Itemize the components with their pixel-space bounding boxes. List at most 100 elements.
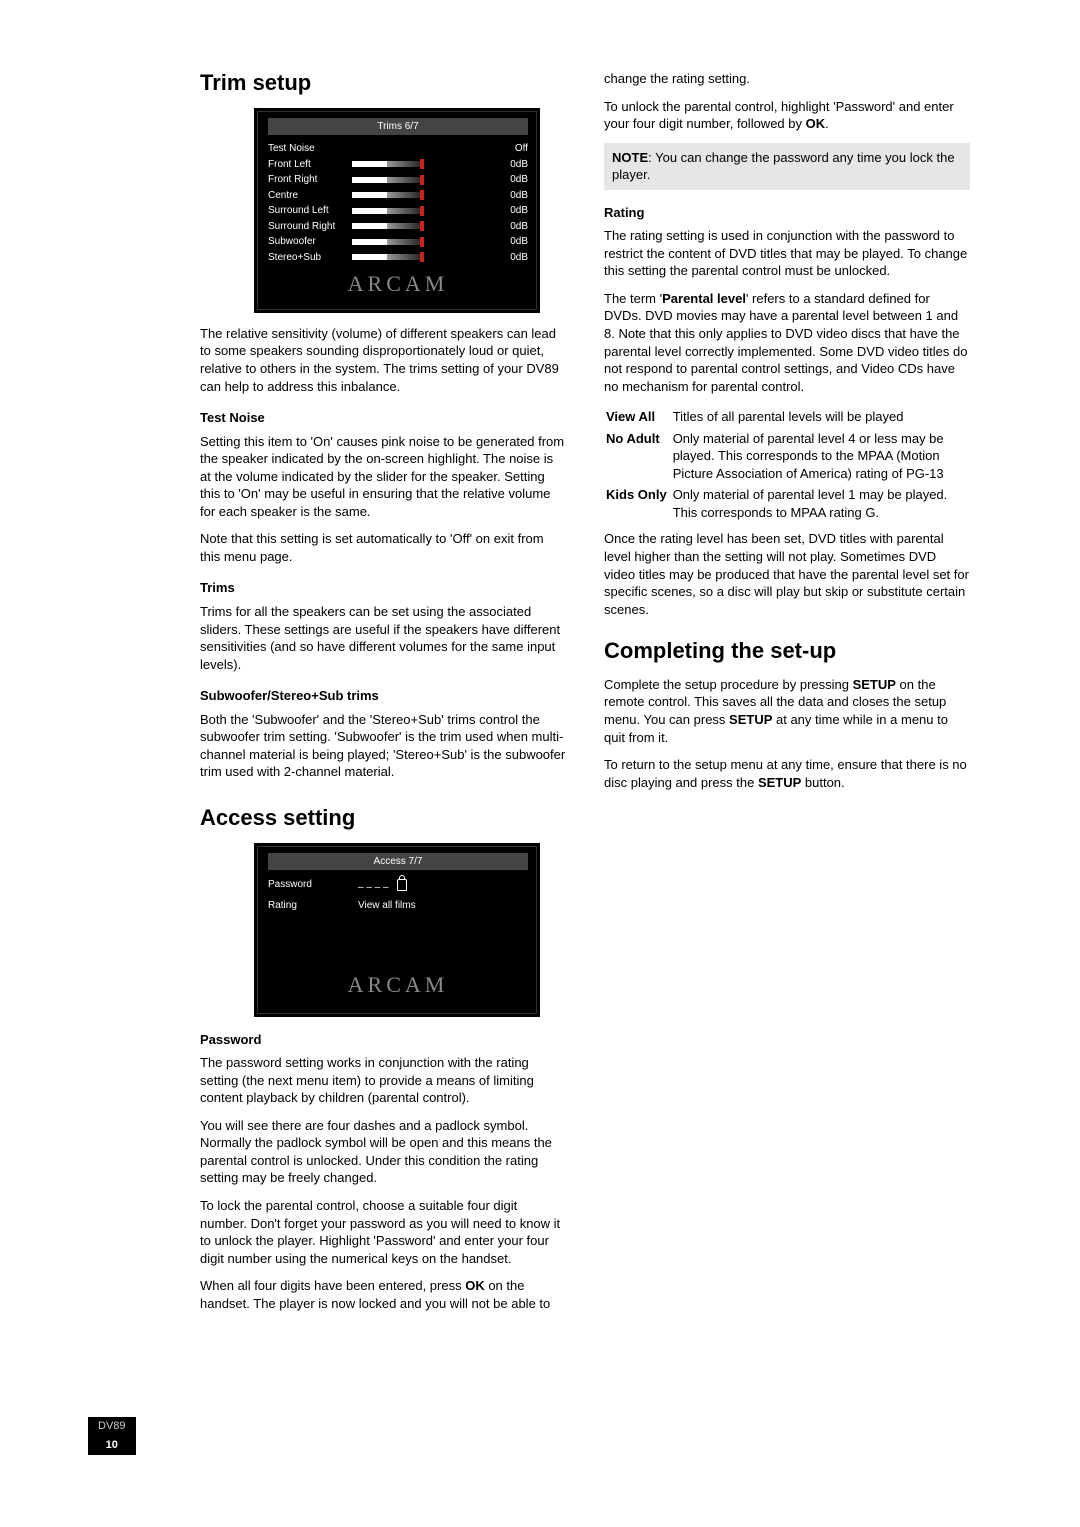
rating-p2-c: ' refers to a standard defined for DVDs.… [604, 291, 967, 394]
trim-row: Centre 0dB [268, 188, 528, 204]
rating-after: Once the rating level has been set, DVD … [604, 530, 970, 618]
trim-row-bar [352, 157, 482, 173]
trim-panel-wrap: Trims 6/7 Test NoiseOffFront Left0dBFron… [200, 108, 566, 313]
complete-p2-b: button. [801, 775, 844, 790]
rating-levels-table: View AllTitles of all parental levels wi… [604, 405, 970, 524]
trim-slider-marker [420, 252, 424, 262]
complete-p2: To return to the setup menu at any time,… [604, 756, 970, 791]
access-rating-row: Rating View all films [268, 897, 528, 915]
model-label: DV89 [88, 1417, 136, 1436]
trim-setup-heading: Trim setup [200, 68, 566, 98]
trim-row-name: Stereo+Sub [268, 250, 352, 266]
trim-slider-marker [420, 175, 424, 185]
rating-row: Kids OnlyOnly material of parental level… [606, 485, 968, 522]
trims-p: Trims for all the speakers can be set us… [200, 603, 566, 673]
note-body: : You can change the password any time y… [612, 150, 955, 183]
rating-row: No AdultOnly material of parental level … [606, 429, 968, 484]
access-setting-heading: Access setting [200, 803, 566, 833]
trim-row: Subwoofer 0dB [268, 234, 528, 250]
access-password-row: Password – – – – [268, 876, 528, 897]
left-column: Trim setup Trims 6/7 Test NoiseOffFront … [200, 68, 566, 1322]
rating-row-name: Kids Only [606, 485, 671, 522]
cont2-b: . [825, 116, 829, 131]
password-p2: You will see there are four dashes and a… [200, 1117, 566, 1187]
trim-row: Test Noise Off [268, 141, 528, 157]
trim-row-value: 0dB [482, 234, 528, 250]
rating-row-desc: Only material of parental level 1 may be… [673, 485, 968, 522]
trim-row: Surround Left 0dB [268, 203, 528, 219]
trim-table: Test NoiseOffFront Left0dBFront Right0dB… [268, 141, 528, 265]
trim-row-name: Front Right [268, 172, 352, 188]
trim-slider [352, 239, 422, 245]
trim-row-bar [352, 219, 482, 235]
trim-row-name: Surround Right [268, 219, 352, 235]
cont2-a: To unlock the parental control, highligh… [604, 99, 954, 132]
trim-slider-marker [420, 159, 424, 169]
padlock-icon [397, 879, 407, 891]
page-footer-tag: DV89 10 [88, 1417, 136, 1455]
test-noise-p1: Setting this item to 'On' causes pink no… [200, 433, 566, 521]
trim-slider-marker [420, 206, 424, 216]
page-number: 10 [88, 1436, 136, 1455]
trim-intro-text: The relative sensitivity (volume) of dif… [200, 325, 566, 395]
access-password-label: Password [268, 878, 358, 895]
subwoofer-heading: Subwoofer/Stereo+Sub trims [200, 687, 566, 705]
subwoofer-p: Both the 'Subwoofer' and the 'Stereo+Sub… [200, 711, 566, 781]
trim-slider [352, 161, 422, 167]
trim-row-name: Front Left [268, 157, 352, 173]
trim-row: Front Left0dB [268, 157, 528, 173]
trim-row-value: 0dB [482, 188, 528, 204]
rating-p1: The rating setting is used in conjunctio… [604, 227, 970, 280]
trim-slider [352, 192, 422, 198]
trim-row-value: Off [482, 141, 528, 157]
trim-slider [352, 254, 422, 260]
rating-row-name: View All [606, 407, 671, 427]
trim-slider [352, 223, 422, 229]
trim-row-bar [352, 141, 482, 157]
rating-p2: The term 'Parental level' refers to a st… [604, 290, 970, 395]
trim-row-name: Subwoofer [268, 234, 352, 250]
ok-key: OK [806, 116, 826, 131]
setup-key: SETUP [853, 677, 896, 692]
cont2: To unlock the parental control, highligh… [604, 98, 970, 133]
access-rating-value: View all films [358, 899, 528, 913]
trim-row-bar [352, 203, 482, 219]
password-p4: When all four digits have been entered, … [200, 1277, 566, 1312]
trim-slider-marker [420, 190, 424, 200]
trim-slider-marker [420, 221, 424, 231]
trim-row-value: 0dB [482, 172, 528, 188]
rating-heading: Rating [604, 204, 970, 222]
right-column: change the rating setting. To unlock the… [604, 68, 970, 1322]
trim-row-name: Test Noise [268, 141, 352, 157]
rating-row: View AllTitles of all parental levels wi… [606, 407, 968, 427]
trim-slider-marker [420, 237, 424, 247]
access-panel-title: Access 7/7 [268, 853, 528, 871]
arcam-logo: ARCAM [268, 970, 528, 1000]
trim-slider [352, 208, 422, 214]
rating-row-desc: Titles of all parental levels will be pl… [673, 407, 968, 427]
password-p3: To lock the parental control, choose a s… [200, 1197, 566, 1267]
password-heading: Password [200, 1031, 566, 1049]
trim-row-bar [352, 188, 482, 204]
trim-panel: Trims 6/7 Test NoiseOffFront Left0dBFron… [254, 108, 540, 313]
trim-slider [352, 177, 422, 183]
access-panel-wrap: Access 7/7 Password – – – – Rating View … [200, 843, 566, 1017]
complete-p1: Complete the setup procedure by pressing… [604, 676, 970, 746]
trim-row-value: 0dB [482, 203, 528, 219]
trim-row: Stereo+Sub0dB [268, 250, 528, 266]
password-p4-a: When all four digits have been entered, … [200, 1278, 465, 1293]
trim-row-bar [352, 172, 482, 188]
password-p1: The password setting works in conjunctio… [200, 1054, 566, 1107]
trims-heading: Trims [200, 579, 566, 597]
access-password-value: – – – – [358, 878, 528, 895]
document-page: Trim setup Trims 6/7 Test NoiseOffFront … [0, 0, 1080, 1527]
trim-row-name: Centre [268, 188, 352, 204]
trim-row: Front Right 0dB [268, 172, 528, 188]
note-box: NOTE: You can change the password any ti… [604, 143, 970, 190]
password-dashes: – – – – [358, 882, 389, 893]
trim-row-bar [352, 234, 482, 250]
rating-row-desc: Only material of parental level 4 or les… [673, 429, 968, 484]
note-label: NOTE [612, 150, 648, 165]
access-rating-label: Rating [268, 899, 358, 913]
trim-row-name: Surround Left [268, 203, 352, 219]
